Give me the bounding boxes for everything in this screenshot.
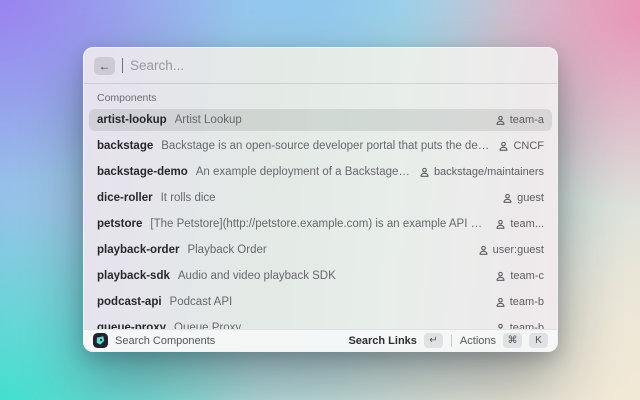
owner-label: backstage/maintainers [433, 166, 544, 178]
entity-name: petstore [97, 218, 143, 230]
footer-context-label: Search Components [115, 334, 216, 347]
entity-name: backstage [97, 140, 154, 152]
entity-owner: team-c [495, 270, 544, 282]
owner-label: CNCF [513, 140, 544, 152]
footer-divider [450, 334, 452, 347]
person-icon [419, 167, 430, 178]
entity-owner: team-b [495, 322, 544, 329]
entity-description: An example deployment of a Backstage app… [195, 166, 411, 178]
entity-name: artist-lookup [97, 114, 167, 126]
search-input[interactable] [130, 58, 547, 73]
footer-bar: Search Components Search Links ↵ Actions… [84, 329, 557, 351]
owner-label: guest [517, 192, 544, 204]
entity-name: podcast-api [97, 296, 162, 308]
result-row[interactable]: backstage-demo An example deployment of … [89, 161, 552, 183]
entity-name: playback-sdk [97, 270, 170, 282]
search-bar: ← [84, 48, 557, 84]
person-icon [495, 219, 506, 230]
person-icon [495, 115, 506, 126]
back-arrow-icon: ← [98, 58, 111, 73]
entity-description: [The Petstore](http://petstore.example.c… [150, 218, 487, 230]
entity-owner: user:guest [478, 244, 544, 256]
search-links-label[interactable]: Search Links [348, 335, 416, 347]
enter-key-badge[interactable]: ↵ [423, 333, 443, 348]
entity-description: Backstage is an open-source developer po… [161, 140, 490, 152]
result-row[interactable]: queue-proxy Queue Proxy team-b [89, 317, 552, 329]
entity-owner: CNCF [498, 140, 544, 152]
result-row[interactable]: podcast-api Podcast API team-b [89, 291, 552, 313]
result-row[interactable]: petstore [The Petstore](http://petstore.… [89, 213, 552, 235]
result-row[interactable]: artist-lookup Artist Lookup team-a [89, 109, 552, 131]
person-icon [498, 141, 509, 152]
result-row[interactable]: playback-sdk Audio and video playback SD… [89, 265, 552, 287]
section-label: Components [97, 92, 157, 104]
entity-description: Artist Lookup [174, 114, 242, 126]
entity-description: Audio and video playback SDK [177, 270, 336, 282]
entity-name: backstage-demo [97, 166, 188, 178]
owner-label: team-a [509, 114, 544, 126]
results-list: artist-lookup Artist Lookup team-a backs… [84, 109, 557, 329]
owner-label: team-b [509, 296, 544, 308]
entity-description: Queue Proxy [174, 322, 242, 329]
person-icon [495, 271, 506, 282]
entity-description: Podcast API [169, 296, 233, 308]
results-area: Components artist-lookup Artist Lookup t… [84, 84, 557, 329]
entity-name: dice-roller [97, 192, 153, 204]
command-key-badge[interactable]: ⌘ [503, 333, 522, 348]
entity-description: It rolls dice [160, 192, 216, 204]
owner-label: team... [510, 218, 544, 230]
owner-label: team-c [510, 270, 544, 282]
k-key-badge[interactable]: K [529, 333, 548, 348]
entity-owner: guest [502, 192, 544, 204]
back-button[interactable]: ← [94, 56, 115, 75]
owner-label: user:guest [492, 244, 544, 256]
owner-label: team-b [509, 322, 544, 329]
entity-description: Playback Order [187, 244, 267, 256]
entity-owner: team-a [495, 114, 544, 126]
text-caret [122, 58, 123, 73]
actions-label[interactable]: Actions [460, 335, 496, 347]
search-modal: ← Components artist-lookup Artist Lookup… [83, 47, 558, 352]
entity-name: queue-proxy [97, 322, 167, 329]
entity-owner: team... [495, 218, 544, 230]
person-icon [495, 297, 506, 308]
person-icon [478, 245, 489, 256]
app-logo-icon [93, 333, 108, 348]
person-icon [502, 193, 513, 204]
result-row[interactable]: dice-roller It rolls dice guest [89, 187, 552, 209]
result-row[interactable]: backstage Backstage is an open-source de… [89, 135, 552, 157]
entity-owner: backstage/maintainers [419, 166, 544, 178]
entity-owner: team-b [495, 296, 544, 308]
entity-name: playback-order [97, 244, 180, 256]
result-row[interactable]: playback-order Playback Order user:guest [89, 239, 552, 261]
